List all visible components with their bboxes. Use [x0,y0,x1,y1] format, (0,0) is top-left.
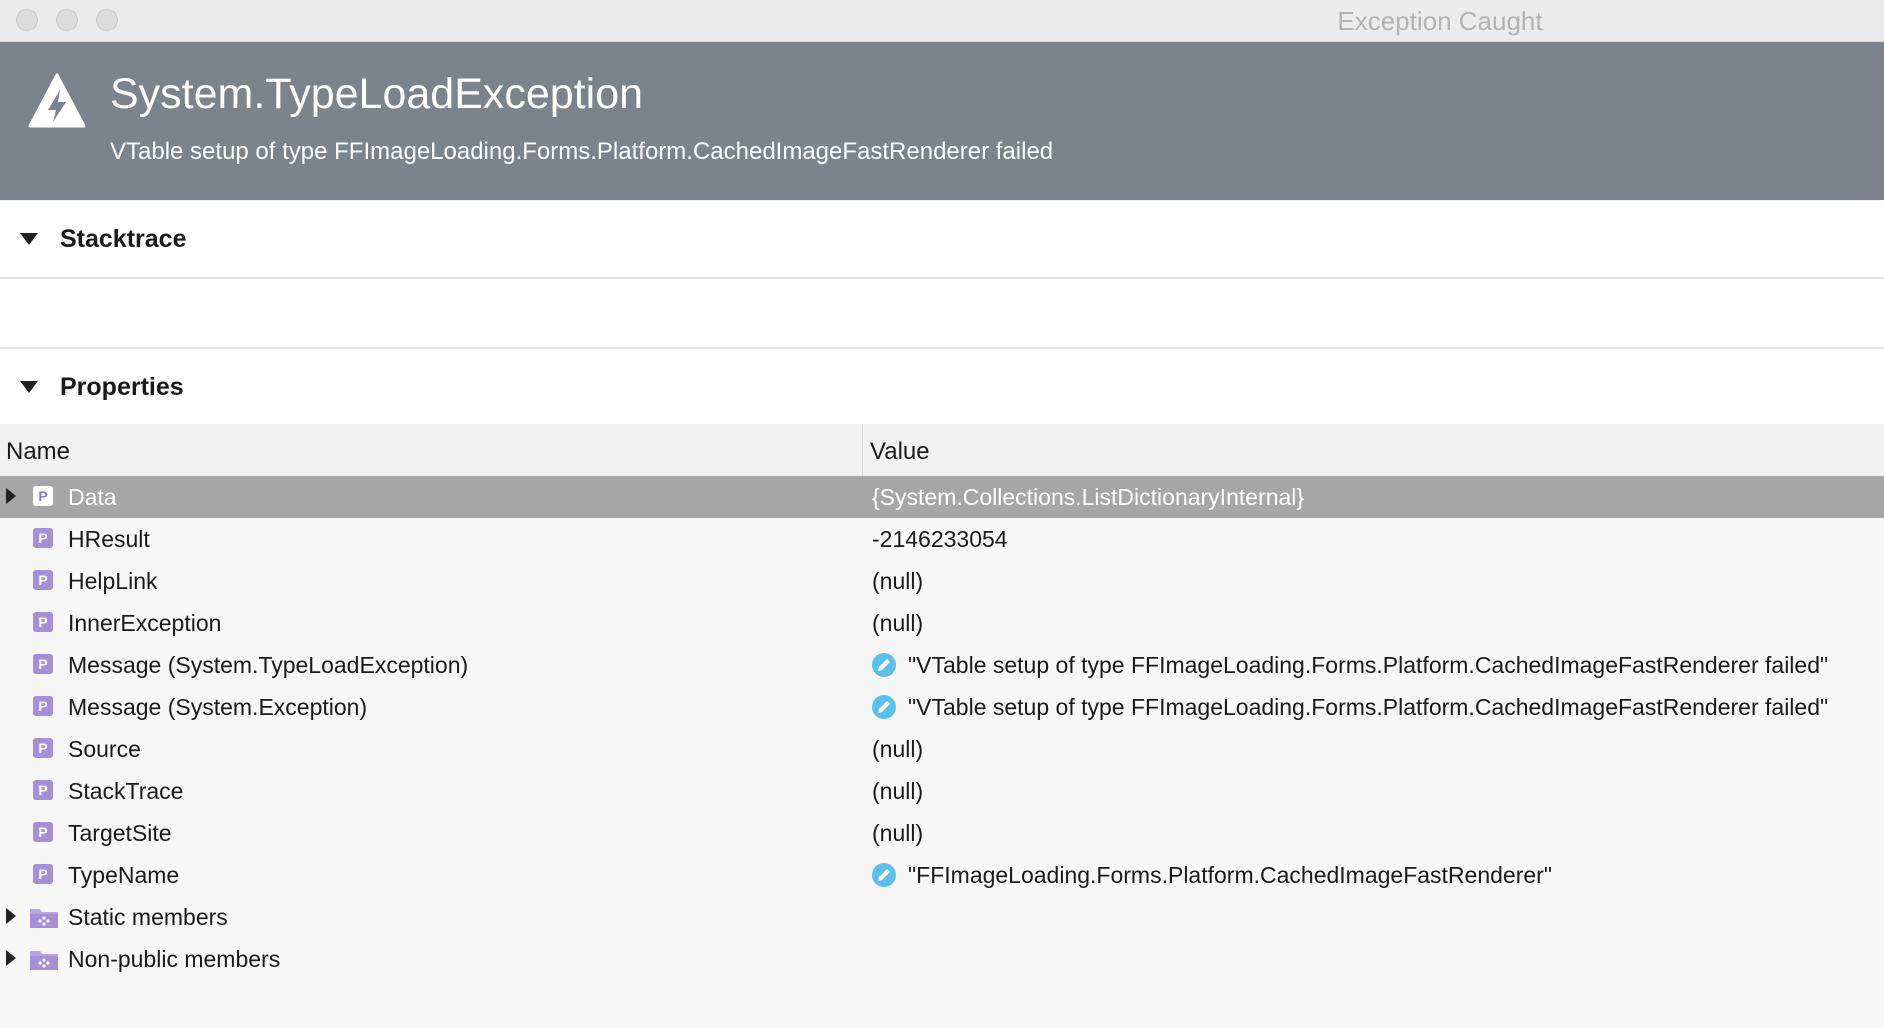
name-column-header[interactable]: Name [6,438,70,466]
property-name: Message (System.Exception) [68,694,368,720]
table-row[interactable]: P StackTrace (null) [0,770,1884,812]
property-value: {System.Collections.ListDictionaryIntern… [872,484,1305,510]
property-value: (null) [872,820,924,846]
exception-message: VTable setup of type FFImageLoading.Form… [110,138,1054,165]
exception-header: System.TypeLoadException VTable setup of… [0,42,1884,200]
property-value: "VTable setup of type FFImageLoading.For… [908,694,1829,720]
properties-table-header: Name Value [0,424,1884,476]
property-icon: P [33,612,53,632]
table-row[interactable]: Static members [0,896,1884,938]
expand-arrow-icon[interactable] [6,950,16,966]
folder-icon [30,909,58,928]
folder-icon [30,951,58,970]
table-row[interactable]: P Message (System.TypeLoadException) "VTab… [0,644,1884,686]
property-value: (null) [872,568,924,594]
property-name: TargetSite [68,820,172,846]
table-row[interactable]: P InnerException (null) [0,602,1884,644]
property-value: -2146233054 [872,526,1008,552]
table-row[interactable]: P Source (null) [0,728,1884,770]
stacktrace-content [0,279,1884,347]
table-row[interactable]: P HelpLink (null) [0,560,1884,602]
table-row[interactable]: P HResult -2146233054 [0,518,1884,560]
property-name: InnerException [68,610,222,636]
property-name: Data [68,484,117,510]
property-name: HelpLink [68,568,158,594]
property-icon: P [33,486,53,506]
property-value: (null) [872,610,924,636]
property-name: Message (System.TypeLoadException) [68,652,469,678]
properties-table: P Data {System.Collections.ListDictionaryI… [0,476,1884,980]
property-value: (null) [872,778,924,804]
property-value: "FFImageLoading.Forms.Platform.CachedIma… [908,862,1552,888]
properties-section-header[interactable]: Properties [0,349,1884,425]
property-icon: P [33,822,53,842]
property-icon: P [33,654,53,674]
property-name: Non-public members [68,946,281,972]
window-title: Exception Caught [1337,6,1543,36]
table-row[interactable]: P TypeName "FFImageLoading.Forms.Platform.… [0,854,1884,896]
property-icon: P [33,528,53,548]
property-icon: P [33,570,53,590]
edit-value-icon[interactable] [871,694,897,720]
edit-value-icon[interactable] [871,862,897,888]
table-row[interactable]: P Data {System.Collections.ListDictionaryI… [0,476,1884,518]
value-column-header[interactable]: Value [870,438,930,466]
property-icon: P [33,696,53,716]
property-name: StackTrace [68,778,184,804]
property-name: TypeName [68,862,180,888]
column-separator[interactable] [862,424,863,476]
expand-arrow-icon[interactable] [6,908,16,924]
stacktrace-disclosure-icon[interactable] [20,233,38,245]
table-row[interactable]: P Message (System.Exception) "VTable setup… [0,686,1884,728]
title-bar: Exception Caught [0,0,1884,42]
property-name: HResult [68,526,150,552]
exception-type: System.TypeLoadException [110,70,644,118]
property-icon: P [33,780,53,800]
properties-disclosure-icon[interactable] [20,381,38,393]
property-value: "VTable setup of type FFImageLoading.For… [908,652,1829,678]
warning-lightning-icon [28,73,86,128]
property-value: (null) [872,736,924,762]
property-icon: P [33,738,53,758]
stacktrace-section-header[interactable]: Stacktrace [0,201,1884,277]
expand-arrow-icon[interactable] [6,488,16,504]
property-icon: P [33,864,53,884]
table-row[interactable]: Non-public members [0,938,1884,980]
edit-value-icon[interactable] [871,652,897,678]
table-row[interactable]: P TargetSite (null) [0,812,1884,854]
property-name: Source [68,736,141,762]
stacktrace-title: Stacktrace [60,225,187,253]
properties-title: Properties [60,373,184,401]
property-name: Static members [68,904,228,930]
